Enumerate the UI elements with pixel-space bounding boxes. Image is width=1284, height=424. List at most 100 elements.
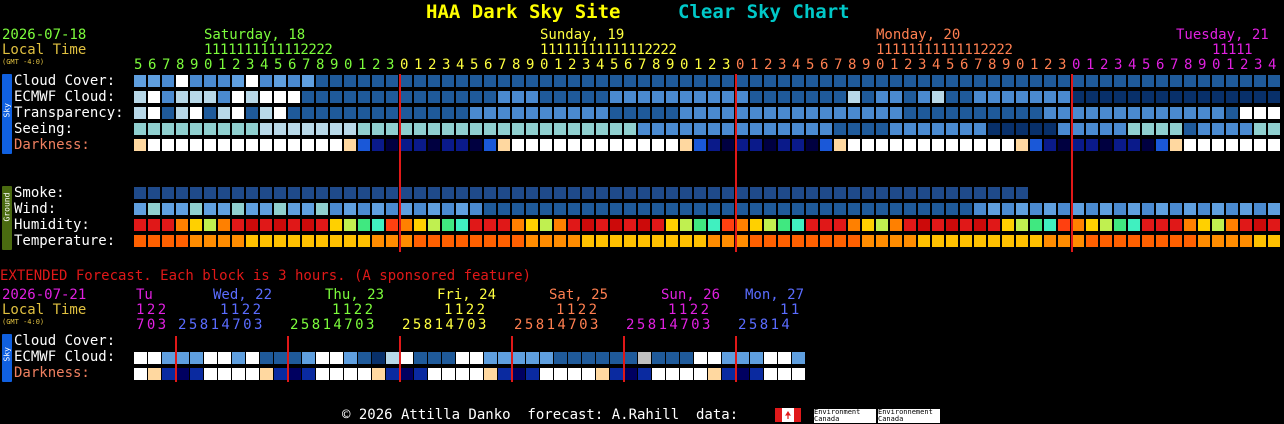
ext-darkness-cell[interactable] xyxy=(470,368,483,380)
ext-darkness-cell[interactable] xyxy=(484,368,497,380)
ext-darkness-cell[interactable] xyxy=(176,368,189,380)
ext-darkness-cell[interactable] xyxy=(568,368,581,380)
ext-darkness-cell[interactable] xyxy=(652,368,665,380)
ext-darkness-cell[interactable] xyxy=(638,368,651,380)
ext-ecmwf-cell[interactable] xyxy=(456,352,469,364)
ext-ecmwf-cell[interactable] xyxy=(190,352,203,364)
ext-darkness-cell[interactable] xyxy=(778,368,791,380)
ext-ecmwf-cell[interactable] xyxy=(680,352,693,364)
ext-ecmwf-cell[interactable] xyxy=(722,352,735,364)
ext-ecmwf-cell[interactable] xyxy=(316,352,329,364)
ext-darkness-cell[interactable] xyxy=(722,368,735,380)
ext-ecmwf-cell[interactable] xyxy=(428,352,441,364)
ext-ecmwf-cell[interactable] xyxy=(540,352,553,364)
ext-ecmwf-cell[interactable] xyxy=(274,352,287,364)
ext-ecmwf-cell[interactable] xyxy=(176,352,189,364)
ext-ecmwf-cell[interactable] xyxy=(372,352,385,364)
ext-darkness-cell[interactable] xyxy=(358,368,371,380)
ext-ecmwf-cell[interactable] xyxy=(708,352,721,364)
ext-darkness-cell[interactable] xyxy=(666,368,679,380)
ext-ecmwf-cell[interactable] xyxy=(512,352,525,364)
ext-ecmwf-cell[interactable] xyxy=(568,352,581,364)
ext-darkness-cell[interactable] xyxy=(792,368,805,380)
ext-darkness-cell[interactable] xyxy=(554,368,567,380)
ext-ecmwf-cell[interactable] xyxy=(694,352,707,364)
ext-darkness-cell[interactable] xyxy=(498,368,511,380)
ext-darkness-cell[interactable] xyxy=(372,368,385,380)
ext-ecmwf-cell[interactable] xyxy=(792,352,805,364)
ext-ecmwf-cell[interactable] xyxy=(736,352,749,364)
ext-midnight-line xyxy=(623,336,625,382)
ext-darkness-cell[interactable] xyxy=(148,368,161,380)
ext-ecmwf-cell[interactable] xyxy=(162,352,175,364)
ext-ecmwf-cell[interactable] xyxy=(778,352,791,364)
ext-ecmwf-cell[interactable] xyxy=(330,352,343,364)
ext-darkness-cell[interactable] xyxy=(610,368,623,380)
ext-darkness-cell[interactable] xyxy=(414,368,427,380)
ext-darkness-cell[interactable] xyxy=(526,368,539,380)
ext-darkness-cell[interactable] xyxy=(288,368,301,380)
ext-darkness-cell[interactable] xyxy=(330,368,343,380)
ext-darkness-cell[interactable] xyxy=(456,368,469,380)
ext-darkness-cell[interactable] xyxy=(596,368,609,380)
ext-darkness-cell[interactable] xyxy=(736,368,749,380)
ext-ecmwf-cell[interactable] xyxy=(442,352,455,364)
ext-ecmwf-cell[interactable] xyxy=(148,352,161,364)
ext-darkness-cell[interactable] xyxy=(624,368,637,380)
ext-ecmwf-cell[interactable] xyxy=(610,352,623,364)
ext-darkness-cell[interactable] xyxy=(260,368,273,380)
ext-darkness-cell[interactable] xyxy=(162,368,175,380)
ext-ecmwf-cell[interactable] xyxy=(750,352,763,364)
ext-darkness-cell[interactable] xyxy=(694,368,707,380)
ext-ecmwf-cell[interactable] xyxy=(638,352,651,364)
ext-ecmwf-cell[interactable] xyxy=(204,352,217,364)
ext-darkness-cell[interactable] xyxy=(386,368,399,380)
ext-darkness-cell[interactable] xyxy=(246,368,259,380)
ext-darkness-cell[interactable] xyxy=(190,368,203,380)
environment-canada-logo[interactable]: Environment Canada xyxy=(814,409,876,423)
ext-darkness-cell[interactable] xyxy=(274,368,287,380)
ext-ecmwf-cell[interactable] xyxy=(526,352,539,364)
ext-ecmwf-cell[interactable] xyxy=(666,352,679,364)
ext-ecmwf-cell[interactable] xyxy=(288,352,301,364)
ext-darkness-cell[interactable] xyxy=(680,368,693,380)
ext-ecmwf-cell[interactable] xyxy=(386,352,399,364)
ext-darkness-cell[interactable] xyxy=(750,368,763,380)
ext-darkness-cell[interactable] xyxy=(302,368,315,380)
ext-darkness-cell[interactable] xyxy=(428,368,441,380)
environnement-canada-logo[interactable]: Environnement Canada xyxy=(878,409,940,423)
ext-ecmwf-cell[interactable] xyxy=(624,352,637,364)
ext-ecmwf-cell[interactable] xyxy=(232,352,245,364)
ext-darkness-cell[interactable] xyxy=(400,368,413,380)
ext-darkness-cell[interactable] xyxy=(512,368,525,380)
ext-ecmwf-cell[interactable] xyxy=(470,352,483,364)
canada-flag-icon[interactable] xyxy=(775,408,801,422)
ext-ecmwf-cell[interactable] xyxy=(764,352,777,364)
ext-darkness-cell[interactable] xyxy=(134,368,147,380)
ext-ecmwf-cell[interactable] xyxy=(400,352,413,364)
ext-ecmwf-cell[interactable] xyxy=(246,352,259,364)
ext-darkness-cell[interactable] xyxy=(540,368,553,380)
ext-ecmwf-cell[interactable] xyxy=(414,352,427,364)
ext-darkness-cell[interactable] xyxy=(218,368,231,380)
ext-ecmwf-cell[interactable] xyxy=(484,352,497,364)
ext-ecmwf-cell[interactable] xyxy=(344,352,357,364)
ext-darkness-cell[interactable] xyxy=(204,368,217,380)
ext-ecmwf-cell[interactable] xyxy=(260,352,273,364)
ext-darkness-cell[interactable] xyxy=(582,368,595,380)
ext-darkness-cell[interactable] xyxy=(344,368,357,380)
ext-ecmwf-cell[interactable] xyxy=(554,352,567,364)
ext-ecmwf-cell[interactable] xyxy=(596,352,609,364)
ext-ecmwf-cell[interactable] xyxy=(498,352,511,364)
ext-darkness-cell[interactable] xyxy=(316,368,329,380)
ext-darkness-cell[interactable] xyxy=(708,368,721,380)
ext-darkness-cell[interactable] xyxy=(232,368,245,380)
ext-ecmwf-cell[interactable] xyxy=(358,352,371,364)
ext-darkness-cell[interactable] xyxy=(442,368,455,380)
ext-ecmwf-cell[interactable] xyxy=(652,352,665,364)
ext-ecmwf-cell[interactable] xyxy=(134,352,147,364)
ext-darkness-cell[interactable] xyxy=(764,368,777,380)
ext-ecmwf-cell[interactable] xyxy=(582,352,595,364)
ext-ecmwf-cell[interactable] xyxy=(218,352,231,364)
ext-ecmwf-cell[interactable] xyxy=(302,352,315,364)
